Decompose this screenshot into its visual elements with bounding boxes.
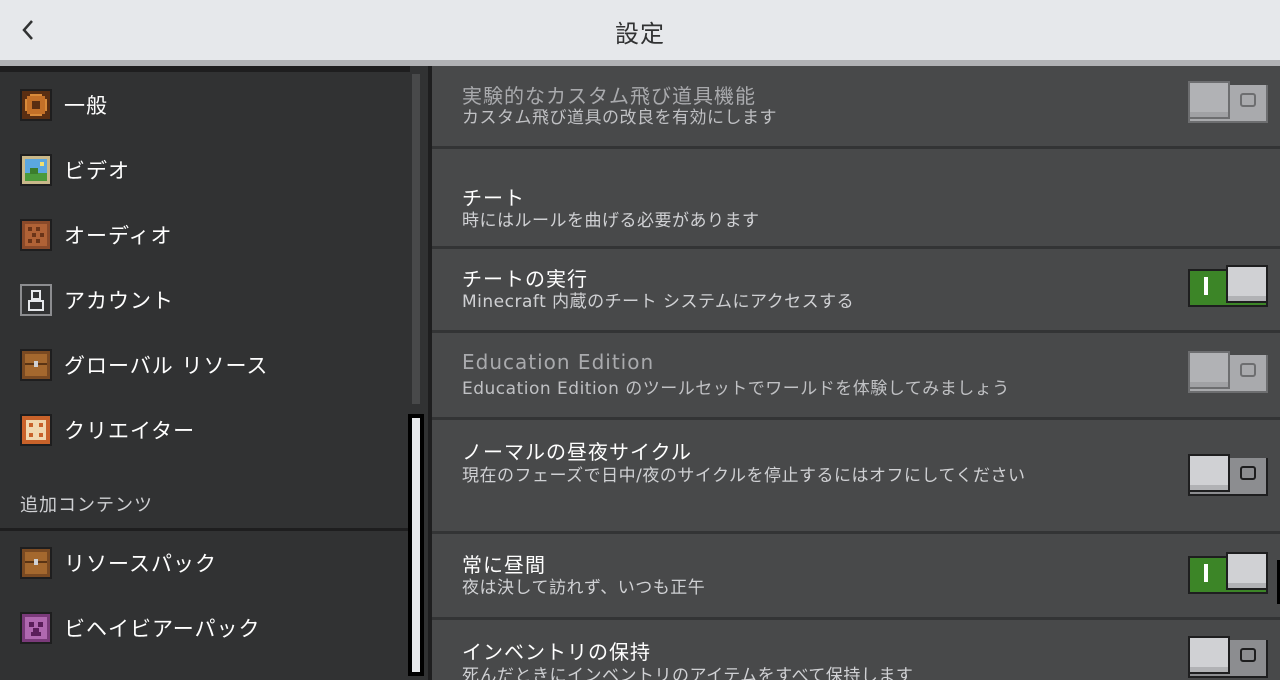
- sidebar-item-resource-packs[interactable]: リソースパック: [0, 533, 408, 593]
- sidebar-item-label: クリエイター: [64, 419, 196, 443]
- toggle-off-mark: [1230, 85, 1266, 115]
- section-divider: [0, 528, 408, 531]
- top-bar: 設定: [0, 0, 1280, 60]
- noteblock-icon: [20, 219, 52, 251]
- setting-row-keep-inventory: インベントリの保持 死んだときにインベントリのアイテムをすべて保持します: [432, 620, 1280, 680]
- sidebar-item-label: オーディオ: [64, 224, 173, 248]
- toggle-knob: [1226, 265, 1268, 303]
- page-title: 設定: [615, 20, 665, 48]
- dice-icon: [20, 414, 52, 446]
- sidebar-top-divider: [0, 66, 428, 72]
- sidebar-item-creator[interactable]: クリエイター: [0, 400, 408, 460]
- setting-row-always-day: 常に昼間 夜は決して訪れず、いつも正午: [432, 534, 1280, 617]
- setting-title: インベントリの保持: [462, 640, 651, 664]
- setting-row-custom-projectiles: 実験的なカスタム飛び道具機能 カスタム飛び道具の改良を有効にします: [432, 66, 1280, 146]
- setting-description: 時にはルールを曲げる必要があります: [462, 211, 760, 231]
- toggle-off-mark: [1230, 458, 1266, 488]
- creeper-icon: [20, 612, 52, 644]
- custom-projectiles-toggle[interactable]: [1188, 81, 1268, 123]
- sidebar-item-account[interactable]: アカウント: [0, 270, 408, 330]
- sidebar-item-label: アカウント: [64, 289, 174, 313]
- sidebar-item-general[interactable]: 一般: [0, 75, 408, 135]
- setting-description: 現在のフェーズで日中/夜のサイクルを停止するにはオフにしてください: [462, 466, 1026, 486]
- toggle-knob: [1226, 552, 1268, 590]
- daylight-cycle-toggle[interactable]: [1188, 454, 1268, 496]
- sidebar-item-label: リソースパック: [64, 552, 217, 576]
- setting-title: Education Edition: [462, 350, 655, 374]
- setting-row-daylight-cycle: ノーマルの昼夜サイクル 現在のフェーズで日中/夜のサイクルを停止するにはオフにし…: [432, 420, 1280, 531]
- toggle-off-mark: [1230, 640, 1266, 670]
- gear-icon: [20, 89, 52, 121]
- toggle-knob: [1188, 351, 1230, 389]
- setting-description: Education Edition のツールセットでワールドを体験してみましょう: [462, 379, 1010, 399]
- person-icon: [20, 284, 52, 316]
- sidebar-item-video[interactable]: ビデオ: [0, 140, 408, 200]
- picture-icon: [20, 154, 52, 186]
- setting-row-activate-cheats: チートの実行 Minecraft 内蔵のチート システムにアクセスする: [432, 249, 1280, 330]
- setting-row-education-edition: Education Edition Education Edition のツール…: [432, 333, 1280, 417]
- always-day-toggle[interactable]: [1188, 552, 1268, 594]
- setting-header-cheats: チート 時にはルールを曲げる必要があります: [432, 149, 1280, 246]
- keep-inventory-toggle[interactable]: [1188, 636, 1268, 678]
- toggle-on-mark: [1204, 277, 1208, 295]
- sidebar-scrollbar-thumb[interactable]: [408, 414, 424, 676]
- toggle-knob: [1188, 636, 1230, 674]
- toggle-knob: [1188, 81, 1230, 119]
- sidebar-item-label: 一般: [64, 94, 108, 118]
- education-edition-toggle[interactable]: [1188, 351, 1268, 393]
- sidebar-item-label: グローバル リソース: [64, 354, 269, 378]
- setting-description: カスタム飛び道具の改良を有効にします: [462, 108, 777, 128]
- setting-description: Minecraft 内蔵のチート システムにアクセスする: [462, 292, 855, 312]
- chest-icon: [20, 547, 52, 579]
- sidebar-item-audio[interactable]: オーディオ: [0, 205, 408, 265]
- toggle-off-mark: [1230, 355, 1266, 385]
- setting-title: ノーマルの昼夜サイクル: [462, 440, 692, 464]
- activate-cheats-toggle[interactable]: [1188, 265, 1268, 307]
- sidebar-item-label: ビヘイビアーパック: [64, 617, 261, 641]
- sidebar-item-behavior-packs[interactable]: ビヘイビアーパック: [0, 598, 408, 658]
- section-header-additional-content: 追加コンテンツ: [20, 495, 153, 516]
- sidebar-scroll-groove: [412, 74, 420, 404]
- sidebar-item-global-resources[interactable]: グローバル リソース: [0, 335, 408, 395]
- toggle-on-mark: [1204, 564, 1208, 582]
- toggle-knob: [1188, 454, 1230, 492]
- sidebar-item-label: ビデオ: [64, 159, 130, 183]
- chest-icon: [20, 349, 52, 381]
- settings-panel: 実験的なカスタム飛び道具機能 カスタム飛び道具の改良を有効にします チート 時に…: [432, 66, 1280, 680]
- setting-description: 夜は決して訪れず、いつも正午: [462, 578, 706, 598]
- setting-description: 死んだときにインベントリのアイテムをすべて保持します: [462, 666, 914, 680]
